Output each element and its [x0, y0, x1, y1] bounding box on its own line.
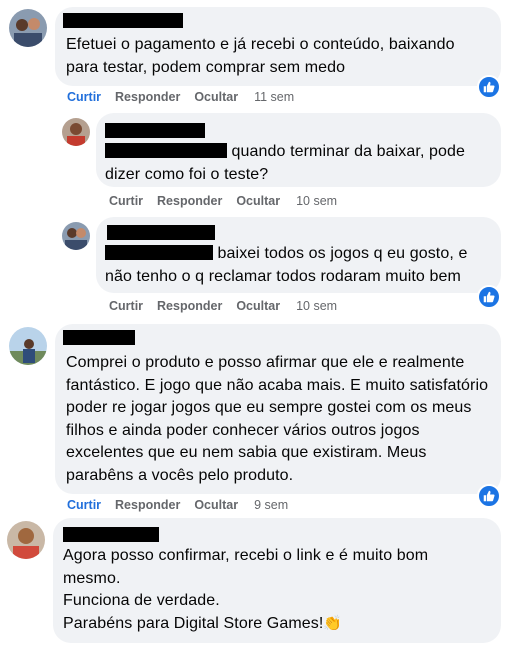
redacted-author-name	[107, 225, 215, 240]
reply-text: quando terminar da baixar, pode dizer co…	[105, 141, 495, 186]
comment-bubble: Comprei o produto e posso afirmar que el…	[55, 324, 501, 494]
reply-link[interactable]: Responder	[115, 498, 180, 512]
redacted-author-name	[63, 13, 183, 28]
reply-actions: Curtir Responder Ocultar 10 sem	[109, 194, 337, 208]
hide-link[interactable]: Ocultar	[236, 194, 280, 208]
avatar[interactable]	[7, 521, 45, 559]
reply-bubble: baixei todos os jogos q eu gosto, e não …	[96, 217, 501, 293]
redacted-mention	[105, 143, 227, 158]
like-link[interactable]: Curtir	[67, 90, 101, 104]
avatar[interactable]	[9, 327, 47, 365]
comment-text: Agora posso confirmar, recebi o link e é…	[63, 545, 493, 635]
timestamp[interactable]: 9 sem	[254, 498, 288, 512]
reply-actions: Curtir Responder Ocultar 10 sem	[109, 299, 337, 313]
redacted-mention	[105, 245, 213, 260]
hide-link[interactable]: Ocultar	[194, 498, 238, 512]
avatar[interactable]	[62, 118, 90, 146]
comment-actions: Curtir Responder Ocultar 9 sem	[67, 498, 288, 512]
redacted-author-name	[63, 330, 135, 345]
comment-actions: Curtir Responder Ocultar 11 sem	[67, 90, 294, 104]
comment-bubble: Efetuei o pagamento e já recebi o conteú…	[55, 7, 501, 86]
avatar[interactable]	[62, 222, 90, 250]
timestamp[interactable]: 11 sem	[254, 90, 294, 104]
like-reaction-badge[interactable]	[477, 75, 501, 99]
reply-text: baixei todos os jogos q eu gosto, e não …	[105, 243, 500, 288]
comment-line: mesmo.	[63, 569, 121, 587]
thumbs-up-icon	[483, 81, 495, 93]
like-reaction-badge[interactable]	[477, 285, 501, 309]
hide-link[interactable]: Ocultar	[194, 90, 238, 104]
comment-line: Funciona de verdade.	[63, 592, 220, 609]
reply-text-line: baixei todos os jogos q eu gosto, e	[217, 245, 468, 262]
comment-line: Parabéns para Digital Store Games!	[63, 614, 324, 632]
thumbs-up-icon	[483, 291, 495, 303]
reply-link[interactable]: Responder	[157, 299, 222, 313]
like-link[interactable]: Curtir	[109, 194, 143, 208]
comment-text: Comprei o produto e posso afirmar que el…	[66, 354, 489, 484]
comment-line: Agora posso confirmar, recebi o link e é…	[63, 547, 429, 564]
reply-link[interactable]: Responder	[157, 194, 222, 208]
comment-text: Efetuei o pagamento e já recebi o conteú…	[66, 36, 455, 76]
comment-bubble: Agora posso confirmar, recebi o link e é…	[53, 518, 501, 643]
timestamp[interactable]: 10 sem	[296, 194, 337, 208]
avatar[interactable]	[9, 9, 47, 47]
hide-link[interactable]: Ocultar	[236, 299, 280, 313]
like-link[interactable]: Curtir	[109, 299, 143, 313]
redacted-author-name	[105, 123, 205, 138]
clapping-hands-icon: 👏	[323, 614, 343, 632]
reply-link[interactable]: Responder	[115, 90, 180, 104]
reply-text-line: não tenho o q reclamar todos rodaram mui…	[105, 267, 461, 285]
like-reaction-badge[interactable]	[477, 484, 501, 508]
redacted-author-name	[63, 527, 159, 542]
like-link[interactable]: Curtir	[67, 498, 101, 512]
thumbs-up-icon	[483, 490, 495, 502]
reply-bubble: quando terminar da baixar, pode dizer co…	[96, 113, 501, 187]
timestamp[interactable]: 10 sem	[296, 299, 337, 313]
